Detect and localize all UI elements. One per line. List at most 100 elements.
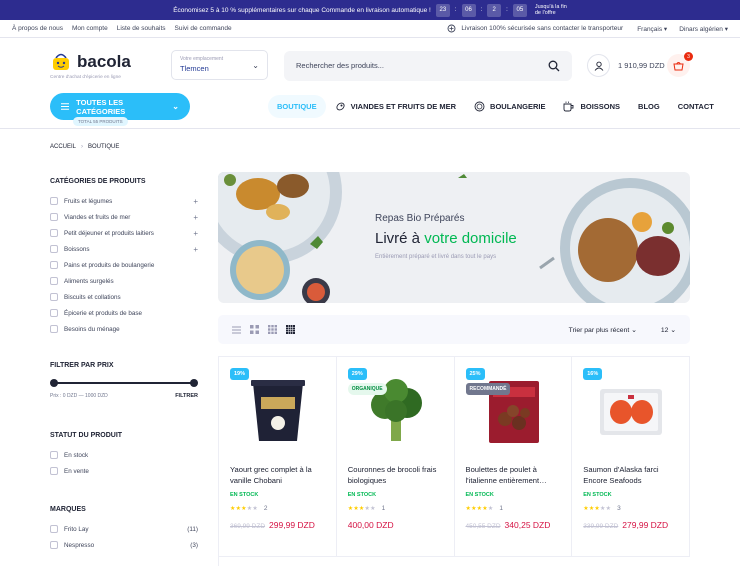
- chevron-down-icon: ⌄: [172, 102, 179, 111]
- product-card[interactable]: 29% ORGANIQUE Couronnes de brocoli frais…: [336, 357, 455, 557]
- category-item[interactable]: Pains et produits de boulangerie: [50, 257, 198, 273]
- cart-icon: [673, 61, 684, 70]
- banner-headline: Livré à votre domicile: [375, 230, 517, 247]
- category-item[interactable]: Épicerie et produits de base: [50, 305, 198, 321]
- stock-status: EN STOCK: [465, 492, 494, 498]
- location-selector[interactable]: Votre emplacement Tlemcen ⌄: [171, 50, 268, 80]
- product-price: 369,99 DZD 299,99 DZD: [230, 520, 315, 530]
- checkbox[interactable]: [50, 245, 58, 253]
- category-item[interactable]: Aliments surgelés: [50, 273, 198, 289]
- recommended-tag: RECOMMANDÉ: [465, 383, 511, 395]
- plus-icon[interactable]: +: [193, 245, 198, 254]
- status-in-stock[interactable]: En stock: [50, 447, 198, 463]
- brand-item[interactable]: Nespresso (3): [50, 537, 198, 553]
- promo-banner[interactable]: Repas Bio Préparés Livré à votre domicil…: [218, 172, 690, 303]
- grid-3-view-icon[interactable]: [268, 325, 277, 334]
- rating-stars: ★★★★★: [347, 506, 376, 512]
- per-page-select[interactable]: 12 ⌄: [661, 326, 676, 334]
- search-bar: [284, 50, 572, 81]
- all-categories-label: TOUTES LES CATÉGORIES: [76, 97, 126, 116]
- old-price: 339,99 DZD: [583, 523, 619, 530]
- checkbox[interactable]: [50, 451, 58, 459]
- language-select[interactable]: Français ▾: [637, 25, 667, 33]
- plus-icon[interactable]: +: [193, 229, 198, 238]
- sort-select[interactable]: Trier par plus récent ⌄: [569, 326, 637, 334]
- all-categories-button[interactable]: TOUTES LES CATÉGORIES ⌄: [50, 93, 190, 120]
- stock-status: EN STOCK: [230, 492, 259, 498]
- account-button[interactable]: [587, 54, 610, 77]
- category-item[interactable]: Biscuits et collations: [50, 289, 198, 305]
- stock-status: EN STOCK: [583, 492, 612, 498]
- slider-max-handle[interactable]: [190, 379, 198, 387]
- sale-price: 299,99 DZD: [269, 520, 315, 530]
- list-view-icon[interactable]: [232, 326, 241, 334]
- old-price: 369,99 DZD: [230, 523, 266, 530]
- rating-stars: ★★★★★: [465, 506, 494, 512]
- brand-item[interactable]: Frito Lay (11): [50, 521, 198, 537]
- checkbox[interactable]: [50, 293, 58, 301]
- delivery-note: Livraison 100% sécurisée sans contacter …: [461, 25, 624, 32]
- category-item[interactable]: Fruits et légumes +: [50, 193, 198, 209]
- menu-item-shop[interactable]: BOUTIQUE: [268, 95, 326, 118]
- checkbox[interactable]: [50, 541, 58, 549]
- link-about[interactable]: À propos de nous: [12, 25, 63, 32]
- cart-button[interactable]: 3: [667, 52, 693, 77]
- search-input[interactable]: [296, 61, 548, 70]
- checkbox[interactable]: [50, 277, 58, 285]
- category-item[interactable]: Viandes et fruits de mer +: [50, 209, 198, 225]
- status-title: STATUT DU PRODUIT: [50, 432, 123, 439]
- product-rating: ★★★★★ 1: [347, 505, 386, 512]
- product-card[interactable]: 25% RECOMMANDÉ Boulettes de poulet à l'i…: [454, 357, 573, 557]
- breadcrumb-current: BOUTIQUE: [88, 144, 120, 150]
- product-name[interactable]: Yaourt grec complet à la vanille Chobani: [230, 465, 330, 486]
- grid-2-view-icon[interactable]: [250, 325, 259, 334]
- plus-icon[interactable]: +: [193, 197, 198, 206]
- category-item[interactable]: Boissons +: [50, 241, 198, 257]
- price-slider[interactable]: [50, 377, 198, 389]
- checkbox[interactable]: [50, 229, 58, 237]
- menu-item-blog[interactable]: BLOG: [629, 95, 669, 118]
- search-icon[interactable]: [548, 60, 560, 72]
- checkbox[interactable]: [50, 197, 58, 205]
- cart-count-badge: 3: [684, 52, 693, 61]
- link-wishlist[interactable]: Liste de souhaits: [117, 25, 166, 32]
- menu-item-bakery[interactable]: BOULANGERIE: [465, 95, 554, 118]
- menu-item-drinks[interactable]: BOISSONS: [554, 95, 629, 118]
- menu-item-contact[interactable]: CONTACT: [669, 95, 723, 118]
- plus-icon[interactable]: +: [193, 213, 198, 222]
- breadcrumb-home[interactable]: ACCUEIL: [50, 144, 76, 150]
- header: bacola Centre d'achat d'épicerie en lign…: [0, 38, 740, 93]
- countdown-hours: 06: [461, 3, 476, 17]
- status-on-sale[interactable]: En vente: [50, 463, 198, 479]
- checkbox[interactable]: [50, 309, 58, 317]
- product-card[interactable]: 16% Saumon d'Alaska farci Encore Seafood…: [572, 357, 690, 557]
- checkbox[interactable]: [50, 261, 58, 269]
- filter-button[interactable]: FILTRER: [175, 393, 198, 399]
- product-name[interactable]: Boulettes de poulet à l'italienne entièr…: [466, 465, 566, 486]
- checkbox[interactable]: [50, 325, 58, 333]
- currency-select[interactable]: Dinars algérien ▾: [679, 25, 728, 33]
- chevron-down-icon: ⌄: [252, 61, 259, 70]
- category-item[interactable]: Besoins du ménage: [50, 321, 198, 337]
- slider-min-handle[interactable]: [50, 379, 58, 387]
- product-image[interactable]: [592, 377, 670, 445]
- logo[interactable]: bacola: [50, 50, 131, 72]
- grid-4-view-icon[interactable]: [286, 325, 295, 334]
- link-account[interactable]: Mon compte: [72, 25, 108, 32]
- link-order-tracking[interactable]: Suivi de commande: [175, 25, 232, 32]
- checkbox[interactable]: [50, 525, 58, 533]
- logo-name: bacola: [77, 51, 131, 71]
- offer-end-label: Jusqu'à la fin de l'offre: [534, 4, 567, 16]
- product-card[interactable]: 19% Yaourt grec complet à la vanille Cho…: [219, 357, 337, 557]
- price-filter-title: FILTRER PAR PRIX: [50, 362, 114, 369]
- breadcrumb: ACCUEIL › BOUTIQUE: [50, 144, 119, 150]
- product-name[interactable]: Couronnes de brocoli frais biologiques: [348, 465, 448, 486]
- checkbox[interactable]: [50, 467, 58, 475]
- product-name[interactable]: Saumon d'Alaska farci Encore Seafoods: [583, 465, 683, 486]
- checkbox[interactable]: [50, 213, 58, 221]
- product-image[interactable]: [239, 377, 317, 445]
- slider-track: [52, 382, 196, 384]
- menu-item-meat-seafood[interactable]: VIANDES ET FRUITS DE MER: [326, 95, 465, 118]
- category-item[interactable]: Petit déjeuner et produits laitiers +: [50, 225, 198, 241]
- sale-price: 400,00 DZD: [347, 520, 394, 530]
